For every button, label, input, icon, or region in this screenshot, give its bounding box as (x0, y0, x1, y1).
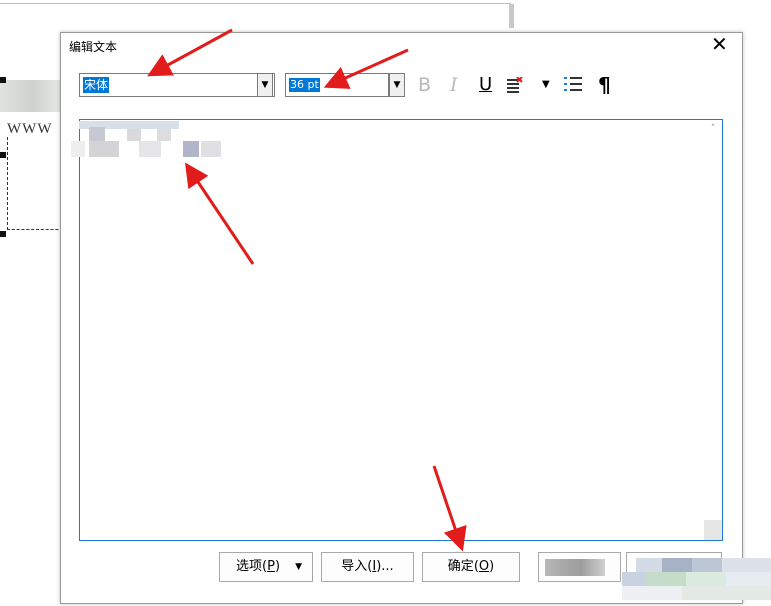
arrow-to-ok-button (432, 465, 467, 552)
arrow-to-font-select (147, 28, 233, 77)
arrow-to-size-select (323, 48, 409, 89)
annotation-arrows (147, 28, 467, 552)
arrow-to-text (184, 162, 255, 265)
